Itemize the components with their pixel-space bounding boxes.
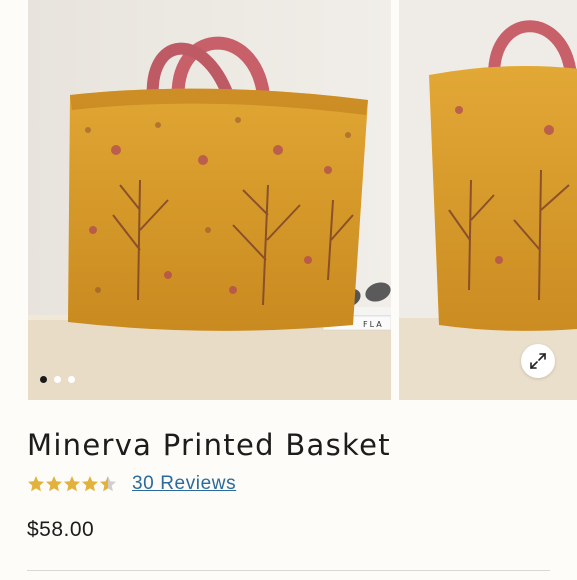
divider xyxy=(27,570,550,571)
product-title: Minerva Printed Basket xyxy=(27,428,391,462)
product-image-carousel[interactable]: FLA xyxy=(0,0,577,400)
product-image-main[interactable]: FLA xyxy=(28,0,391,400)
carousel-dot-3[interactable] xyxy=(68,376,75,383)
product-image-next[interactable] xyxy=(399,0,577,400)
rating-stars xyxy=(27,475,117,493)
reviews-link[interactable]: 30 Reviews xyxy=(132,473,236,495)
carousel-pagination xyxy=(40,376,75,383)
star-icon xyxy=(82,476,98,492)
star-icon xyxy=(64,476,80,492)
expand-arrows-icon xyxy=(530,353,546,369)
product-price: $58.00 xyxy=(27,518,95,541)
expand-image-button[interactable] xyxy=(521,344,555,378)
carousel-dot-1[interactable] xyxy=(40,376,47,383)
product-rating: 30 Reviews xyxy=(27,473,236,495)
star-icon xyxy=(100,476,116,492)
book-spine-text: FLA xyxy=(363,320,384,329)
carousel-dot-2[interactable] xyxy=(54,376,61,383)
star-icon xyxy=(28,476,44,492)
star-icon xyxy=(46,476,62,492)
